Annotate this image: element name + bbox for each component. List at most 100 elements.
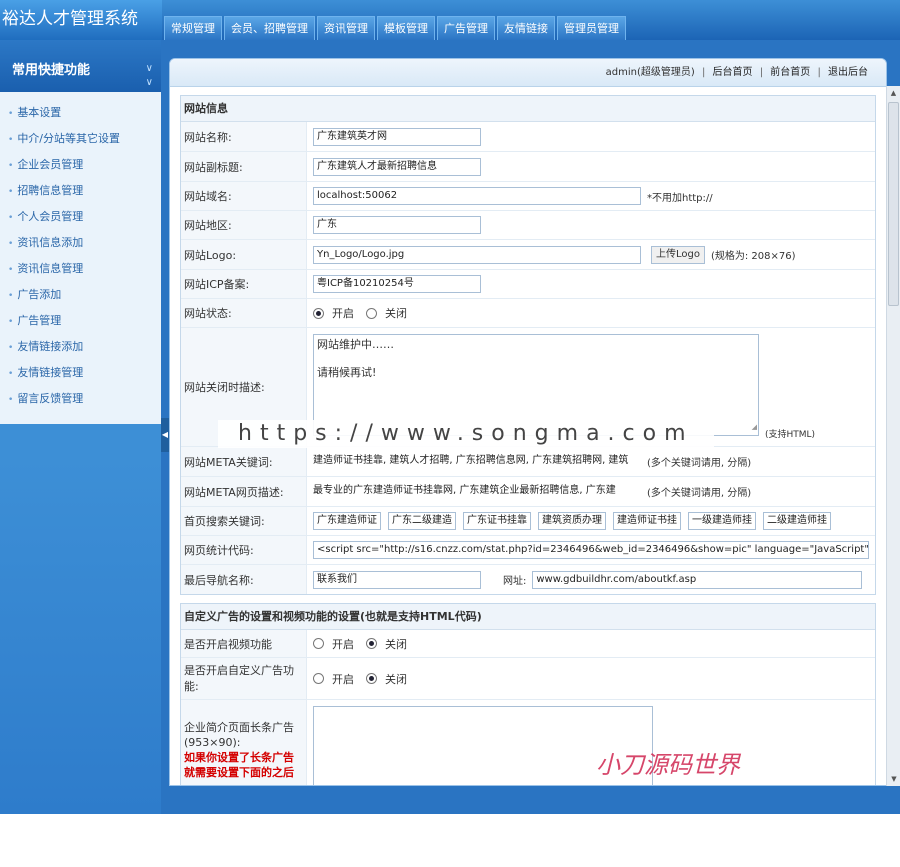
tab-news[interactable]: 资讯管理 [317,16,375,40]
bullet-icon: • [8,265,14,275]
label: 网站META网页描述: [181,477,307,506]
bullet-icon: • [8,135,14,145]
tab-admins[interactable]: 管理员管理 [557,16,626,40]
radio-unchecked-icon [313,673,324,684]
search-keyword-input[interactable]: 广东证书挂靠 [463,512,531,530]
logo-size-hint: (规格为: 208×76) [710,251,796,262]
label: 是否开启自定义广告功能: [181,658,307,699]
stats-code-input[interactable]: <script src="http://s16.cnzz.com/stat.ph… [313,541,869,559]
custom-ad-off-radio[interactable]: 关闭 [366,671,407,687]
status-off-radio[interactable]: 关闭 [366,305,407,321]
search-keyword-input[interactable]: 一级建造师挂 [688,512,756,530]
label: 最后导航名称: [181,565,307,594]
chevron-down-icon[interactable]: ∨ ∨ [146,62,153,90]
scroll-up-icon[interactable]: ▲ [887,86,900,100]
banner-ad-warning: 如果你设置了长条广告 [184,751,294,764]
video-on-radio[interactable]: 开启 [313,636,354,652]
sidebar-item-manage-news[interactable]: • 资讯信息管理 [0,256,161,282]
tab-templates[interactable]: 模板管理 [377,16,435,40]
vertical-scrollbar[interactable]: ▲ ▼ [886,86,900,786]
label: 网站域名: [181,182,307,210]
label: 网站名称: [181,122,307,151]
meta-desc-input[interactable]: 最专业的广东建造师证书挂靠网, 广东建筑企业最新招聘信息, 广东建 [313,482,641,501]
tab-general[interactable]: 常规管理 [164,16,222,40]
bullet-icon: • [8,343,14,353]
upload-logo-button[interactable]: 上传Logo [651,245,705,264]
radio-unchecked-icon [366,307,377,319]
search-keyword-input[interactable]: 建筑资质办理 [538,512,606,530]
bullet-icon: • [8,213,14,223]
sidebar-item-add-link[interactable]: • 友情链接添加 [0,334,161,360]
site-name-input[interactable]: 广东建筑英才网 [313,127,481,146]
subtitle-input[interactable]: 广东建筑人才最新招聘信息 [313,157,481,176]
meta-keywords-input[interactable]: 建造师证书挂靠, 建筑人才招聘, 广东招聘信息网, 广东建筑招聘网, 建筑 [313,452,641,471]
row-meta-desc: 网站META网页描述: 最专业的广东建造师证书挂靠网, 广东建筑企业最新招聘信息… [181,477,875,507]
banner-ad-size: (953×90): [184,736,241,749]
label: 网站状态: [181,299,307,327]
radio-checked-icon [313,307,324,319]
tab-links[interactable]: 友情链接 [497,16,555,40]
page-footer-area [0,814,900,867]
sidebar-item-feedback[interactable]: • 留言反馈管理 [0,386,161,412]
section-title: 自定义广告的设置和视频功能的设置(也就是支持HTML代码) [181,604,875,630]
tab-members-jobs[interactable]: 会员、招聘管理 [224,16,315,40]
bullet-icon: • [8,109,14,119]
row-status: 网站状态: 开启 关闭 [181,299,875,328]
admin-home-link[interactable]: 后台首页 [713,67,753,78]
bullet-icon: • [8,187,14,197]
url-label: 网址: [503,576,527,587]
custom-ad-on-radio[interactable]: 开启 [313,671,354,687]
row-search-keywords: 首页搜索关键词: 广东建造师证 广东二级建造 广东证书挂靠 建筑资质办理 建造师… [181,507,875,536]
current-user: admin(超级管理员) [605,67,695,78]
search-keyword-input[interactable]: 广东二级建造 [388,512,456,530]
sidebar-item-manage-links[interactable]: • 友情链接管理 [0,360,161,386]
domain-input[interactable]: localhost:50062 [313,187,641,205]
html-support-hint: (支持HTML) [765,430,816,440]
bullet-icon: • [8,161,14,171]
row-domain: 网站域名: localhost:50062 *不用加http:// [181,182,875,211]
banner-ad-label: 企业简介页面长条广告 [184,721,294,734]
logout-link[interactable]: 退出后台 [828,67,868,78]
sidebar-item-personal-members[interactable]: • 个人会员管理 [0,204,161,230]
sidebar-item-add-ad[interactable]: • 广告添加 [0,282,161,308]
site-info-section: 网站信息 网站名称: 广东建筑英才网 网站副标题: 广东建筑人才最新招聘信息 网… [180,95,876,595]
last-nav-input[interactable]: 联系我们 [313,570,481,589]
sidebar-item-manage-ads[interactable]: • 广告管理 [0,308,161,334]
row-region: 网站地区: 广东 [181,211,875,240]
sidebar-header[interactable]: 常用快捷功能 ∨ ∨ [0,40,161,92]
status-on-radio[interactable]: 开启 [313,305,354,321]
sidebar-item-agency-settings[interactable]: • 中介/分站等其它设置 [0,126,161,152]
divider: | [701,67,706,78]
row-meta-keywords: 网站META关键词: 建造师证书挂靠, 建筑人才招聘, 广东招聘信息网, 广东建… [181,447,875,477]
search-keyword-input[interactable]: 建造师证书挂 [613,512,681,530]
icp-input[interactable]: 粤ICP备10210254号 [313,275,481,293]
region-input[interactable]: 广东 [313,216,481,234]
sidebar-item-company-members[interactable]: • 企业会员管理 [0,152,161,178]
resize-grip-icon[interactable]: ◢ [752,420,757,434]
bullet-icon: • [8,317,14,327]
row-last-nav: 最后导航名称: 联系我们 网址: www.gdbuildhr.com/aboutkf… [181,565,875,594]
tab-ads[interactable]: 广告管理 [437,16,495,40]
app-logo: 裕达人才管理系统 [0,0,162,40]
front-home-link[interactable]: 前台首页 [770,67,810,78]
collapse-sidebar-icon[interactable]: ◀ [161,418,169,452]
label: 网站地区: [181,211,307,239]
search-keyword-input[interactable]: 广东建造师证 [313,512,381,530]
logo-path-input[interactable]: Yn_Logo/Logo.jpg [313,245,641,264]
last-nav-url-input[interactable]: www.gdbuildhr.com/aboutkf.asp [532,570,863,589]
scroll-down-icon[interactable]: ▼ [887,772,900,786]
row-icp: 网站ICP备案: 粤ICP备10210254号 [181,270,875,299]
sidebar-item-add-news[interactable]: • 资讯信息添加 [0,230,161,256]
user-bar: admin(超级管理员) | 后台首页 | 前台首页 | 退出后台 [170,59,886,87]
bullet-icon: • [8,395,14,405]
top-header: 裕达人才管理系统 常规管理 会员、招聘管理 资讯管理 模板管理 广告管理 友情链… [0,0,900,40]
sidebar-item-basic-settings[interactable]: • 基本设置 [0,100,161,126]
scroll-thumb[interactable] [888,102,899,306]
meta-desc-hint: (多个关键词请用, 分隔) [647,488,752,499]
url-watermark: https://www.songma.com [218,420,714,448]
label: 网站ICP备案: [181,270,307,298]
sidebar-item-job-posts[interactable]: • 招聘信息管理 [0,178,161,204]
search-keyword-input[interactable]: 二级建造师挂 [763,512,831,530]
row-site-name: 网站名称: 广东建筑英才网 [181,122,875,152]
video-off-radio[interactable]: 关闭 [366,636,407,652]
